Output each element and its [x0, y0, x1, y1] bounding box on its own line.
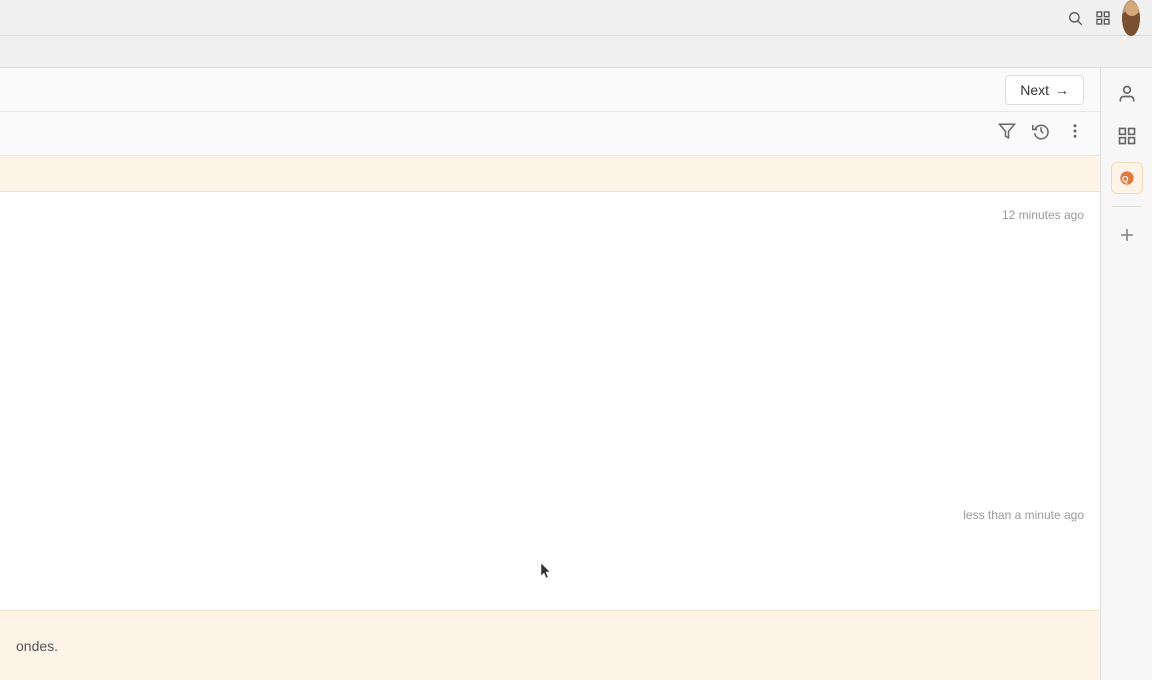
chat-area[interactable]: 12 minutes ago less than a minute ago [0, 192, 1100, 610]
timestamp-2: less than a minute ago [963, 508, 1084, 522]
content-toolbar: Next → [0, 68, 1100, 112]
avatar[interactable] [1122, 9, 1140, 27]
svg-text:Q: Q [1122, 174, 1129, 184]
next-arrow: → [1055, 82, 1069, 98]
next-label: Next [1020, 82, 1049, 98]
content-area: Next → [0, 68, 1100, 680]
second-toolbar [0, 36, 1152, 68]
highlight-row [0, 156, 1100, 192]
right-sidebar: Q [1100, 68, 1152, 680]
browser-bar [0, 0, 1152, 36]
sidebar-divider [1112, 206, 1142, 207]
filter-icon[interactable] [998, 122, 1016, 145]
sidebar-grid-icon[interactable] [1109, 118, 1145, 154]
filter-toolbar [0, 112, 1100, 156]
sidebar-user-icon[interactable] [1109, 76, 1145, 112]
sidebar-app-icon[interactable]: Q [1109, 160, 1145, 196]
bottom-message-text: ondes. [16, 638, 58, 654]
timestamp-1: 12 minutes ago [16, 208, 1084, 222]
more-icon[interactable] [1066, 122, 1084, 145]
grid-icon[interactable] [1094, 9, 1112, 27]
main-layout: Next → [0, 68, 1152, 680]
history-icon[interactable] [1032, 122, 1050, 145]
browser-icons [1066, 9, 1140, 27]
cursor-icon [540, 562, 552, 580]
bottom-message: ondes. [0, 610, 1100, 680]
next-button[interactable]: Next → [1005, 75, 1084, 105]
sidebar-add-icon[interactable] [1109, 217, 1145, 253]
search-icon[interactable] [1066, 9, 1084, 27]
